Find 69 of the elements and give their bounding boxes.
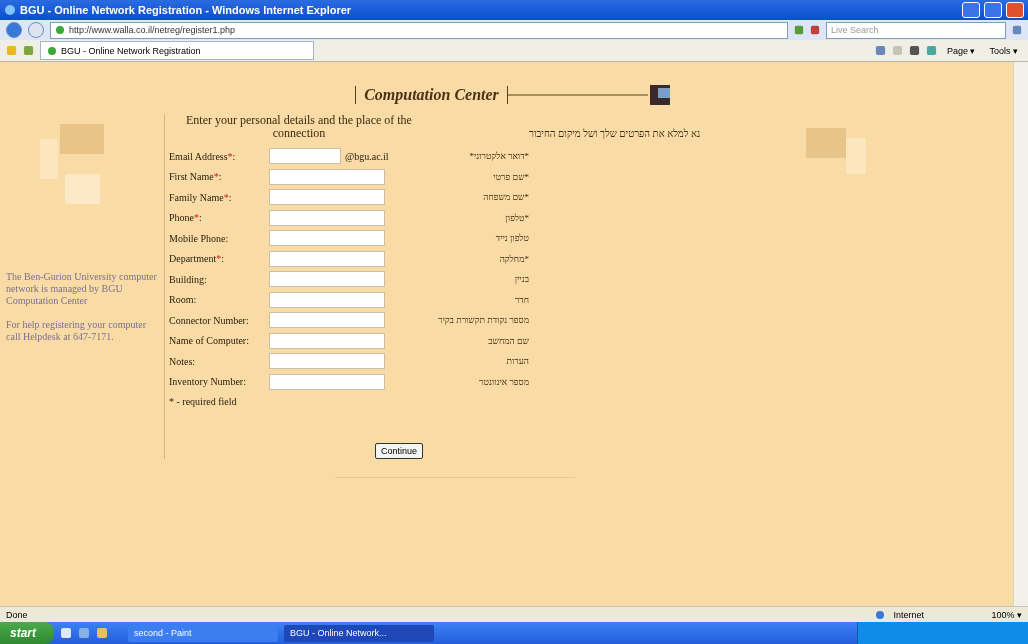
field-label: Room: — [169, 294, 198, 305]
field-label: Mobile Phone: — [169, 232, 230, 244]
text-field[interactable] — [269, 291, 385, 308]
text-field[interactable] — [269, 373, 385, 390]
field-label: First Name*: — [169, 171, 223, 182]
hebrew-label: בניין — [514, 274, 529, 284]
address-field[interactable]: http://www.walla.co.il/netreg/register1.php — [50, 21, 788, 39]
field-label: Inventory Number: — [169, 376, 247, 387]
window-title: BGU - Online Network Registration - Windows Internet Explorer — [20, 4, 353, 16]
hebrew-label: חדר — [514, 294, 529, 305]
text-field[interactable] — [269, 312, 385, 328]
start-button[interactable]: start — [0, 622, 54, 644]
domain-text: @bgu.ac.il — [345, 150, 389, 162]
hebrew-label: *טלפון — [505, 212, 529, 223]
close-icon[interactable] — [810, 25, 820, 35]
hebrew-label: שם המחשב — [488, 335, 529, 346]
text-field[interactable] — [269, 353, 385, 369]
info-text: The Ben-Gurion University computer network is managed by BGU Computation Center — [6, 271, 158, 307]
required-note: * - required field — [169, 395, 238, 407]
status-text: Done — [6, 609, 29, 620]
zoom-level[interactable]: 100% ▾ — [991, 609, 1022, 620]
search-icon[interactable] — [1012, 25, 1022, 35]
text-field[interactable] — [269, 250, 385, 267]
text-field[interactable] — [269, 209, 385, 226]
taskbar-button[interactable]: BGU - Online Network... — [284, 624, 434, 642]
globe-icon — [875, 609, 886, 620]
field-label: Building: — [169, 273, 208, 285]
page-icon — [55, 25, 65, 35]
field-label: Connector Number: — [169, 314, 250, 326]
taskbar-button[interactable]: second - Paint — [128, 624, 278, 642]
field-label: Notes: — [169, 355, 197, 367]
refresh-icon[interactable] — [794, 25, 804, 35]
back-button[interactable] — [6, 22, 22, 38]
url-text: http://www.walla.co.il/netreg/register1.php — [69, 25, 236, 35]
command-menu[interactable]: Page ▾ — [942, 45, 980, 56]
page-icon — [47, 45, 57, 56]
minimize-button[interactable] — [962, 2, 980, 18]
hebrew-label: *שם משפחה — [483, 192, 529, 202]
text-field[interactable] — [269, 148, 341, 164]
form-heading: Enter your personal details and the place of the connection — [185, 114, 413, 140]
scrollbar[interactable] — [1013, 62, 1028, 606]
field-label: Phone*: — [169, 212, 203, 223]
text-field[interactable] — [269, 189, 385, 205]
info-text: For help registering your computer call Helpdesk at 647-7171. — [6, 319, 147, 343]
hebrew-label: מספר אינוונטר — [479, 376, 529, 387]
hebrew-label: *דואר אלקטרוני* — [469, 151, 529, 161]
hebrew-label: *מחלקה — [499, 253, 529, 264]
text-field[interactable] — [269, 271, 385, 287]
close-button[interactable] — [1006, 2, 1024, 18]
browser-icon — [4, 4, 16, 16]
hebrew-label: הערות — [506, 356, 529, 366]
banner-title: Computation Center — [355, 86, 508, 104]
field-label: Family Name*: — [169, 191, 233, 203]
hebrew-label: טלפון נייד — [495, 233, 529, 243]
field-label: Department*: — [169, 253, 225, 264]
field-label: Name of Computer: — [169, 335, 250, 346]
hebrew-label: *שם פרטי — [493, 171, 529, 182]
hebrew-label: מספר נקודת תקשורת בקיר — [437, 315, 529, 325]
text-field[interactable] — [269, 230, 385, 246]
text-field[interactable] — [269, 332, 385, 349]
text-field[interactable] — [269, 168, 385, 185]
maximize-button[interactable] — [984, 2, 1002, 18]
browser-tab[interactable]: BGU - Online Network Registration — [40, 41, 314, 60]
command-menu[interactable]: Tools ▾ — [985, 45, 1022, 56]
continue-button[interactable]: Continue — [375, 442, 423, 459]
hebrew-heading: נא למלא את הפרטים שלך ושל מיקום החיבור — [529, 128, 701, 141]
field-label: Email Address*: — [169, 150, 237, 162]
zone-text: Internet — [893, 609, 925, 620]
forward-button[interactable] — [28, 22, 44, 38]
